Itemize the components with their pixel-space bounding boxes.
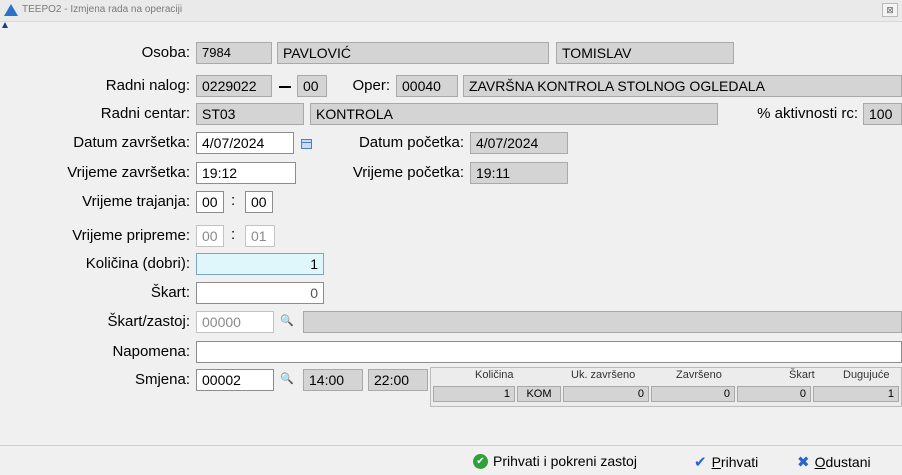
priprema-colon: : [231, 226, 236, 243]
smjena-od-field: 14:00 [303, 369, 363, 391]
summary-header-dugujuce: Dugujuće [843, 369, 890, 381]
prihvati-label: Prihvati [711, 454, 759, 470]
kolicina-label: Količina (dobri): [85, 255, 190, 272]
vrijeme-trajanja-label: Vrijeme trajanja: [82, 193, 190, 210]
smjena-input[interactable]: 00002 [196, 369, 274, 391]
osoba-label: Osoba: [141, 44, 190, 61]
summary-header-zavrseno: Završeno [676, 369, 722, 381]
radni-nalog-sub-field: 00 [297, 75, 327, 97]
napomena-input[interactable] [196, 341, 902, 363]
nalog-separator [279, 86, 291, 88]
skart-input[interactable]: 0 [196, 282, 324, 304]
trajanje-minutes-input[interactable]: 00 [245, 191, 273, 213]
calendar-icon[interactable] [301, 139, 312, 149]
x-icon: ✖ [797, 454, 810, 471]
priprema-minutes-input[interactable]: 01 [245, 225, 275, 247]
datum-zavrsetka-label: Datum završetka: [73, 134, 190, 151]
vrijeme-pocetka-label: Vrijeme početka: [352, 164, 464, 181]
summary-header-skart: Škart [789, 369, 815, 381]
oper-label: Oper: [352, 77, 390, 94]
prihvati-i-pokreni-zastoj-button[interactable]: ✔ Prihvati i pokreni zastoj [473, 453, 637, 469]
summary-dugujuce-value: 1 [813, 386, 899, 402]
smjena-do-field: 22:00 [368, 369, 428, 391]
smjena-label: Smjena: [134, 371, 190, 388]
odustani-button[interactable]: ✖ Odustani [797, 453, 871, 471]
skart-label: Škart: [150, 284, 190, 301]
skart-zastoj-label: Škart/zastoj: [107, 313, 190, 330]
trajanje-hours-input[interactable]: 00 [196, 191, 224, 213]
aktivnost-field: 100 [863, 103, 902, 125]
datum-pocetka-field: 4/07/2024 [470, 132, 568, 154]
vrijeme-pripreme-label: Vrijeme pripreme: [72, 227, 190, 244]
summary-unit-value: KOM [517, 386, 561, 402]
corner-marker-icon [2, 22, 8, 28]
footer-divider [0, 445, 902, 446]
summary-header-kolicina: Količina [475, 369, 514, 381]
vrijeme-zavrsetka-input[interactable]: 19:12 [196, 162, 296, 184]
vrijeme-pocetka-field: 19:11 [470, 162, 568, 184]
osoba-id-field: 7984 [196, 42, 272, 64]
kolicina-input[interactable]: 1 [196, 253, 324, 275]
napomena-label: Napomena: [112, 343, 190, 360]
app-logo-icon [4, 4, 18, 16]
odustani-label: Odustani [814, 454, 871, 470]
title-bar: TEEPO2 - Izmjena rada na operaciji ⊠ [0, 0, 902, 22]
rc-name-field: KONTROLA [310, 103, 718, 125]
summary-zavrseno-value: 0 [651, 386, 735, 402]
summary-uk-zavrseno-value: 0 [563, 386, 649, 402]
smjena-search-icon[interactable]: 🔍 [280, 368, 294, 390]
summary-skart-value: 0 [737, 386, 811, 402]
check-icon: ✔ [694, 454, 707, 471]
datum-zavrsetka-input[interactable]: 4/07/2024 [196, 132, 294, 154]
radni-centar-label: Radni centar: [100, 105, 190, 122]
window-title: TEEPO2 - Izmjena rada na operaciji [22, 4, 183, 15]
vrijeme-zavrsetka-label: Vrijeme završetka: [67, 164, 190, 181]
osoba-prezime-field: PAVLOVIĆ [277, 42, 549, 64]
skart-zastoj-desc-field [303, 311, 902, 333]
skart-zastoj-search-icon[interactable]: 🔍 [280, 310, 294, 332]
summary-panel: Količina Uk. završeno Završeno Škart Dug… [430, 367, 902, 407]
close-button[interactable]: ⊠ [882, 3, 898, 17]
priprema-hours-input[interactable]: 00 [196, 225, 224, 247]
osoba-ime-field: TOMISLAV [556, 42, 734, 64]
skart-zastoj-code-input[interactable]: 00000 [196, 311, 274, 333]
trajanje-colon: : [231, 192, 236, 209]
rc-code-field: ST03 [196, 103, 304, 125]
oper-name-field: ZAVRŠNA KONTROLA STOLNOG OGLEDALA [463, 75, 902, 97]
datum-pocetka-label: Datum početka: [358, 134, 464, 151]
radni-nalog-field: 0229022 [196, 75, 272, 97]
check-circle-icon: ✔ [473, 453, 488, 469]
prihvati-i-pokreni-zastoj-label: Prihvati i pokreni zastoj [493, 453, 637, 469]
summary-header-uk-zavrseno: Uk. završeno [571, 369, 636, 381]
summary-kolicina-value: 1 [433, 386, 515, 402]
radni-nalog-label: Radni nalog: [105, 77, 190, 94]
oper-code-field: 00040 [396, 75, 458, 97]
prihvati-button[interactable]: ✔ Prihvati [694, 453, 758, 471]
aktivnost-label: % aktivnosti rc: [757, 105, 858, 122]
